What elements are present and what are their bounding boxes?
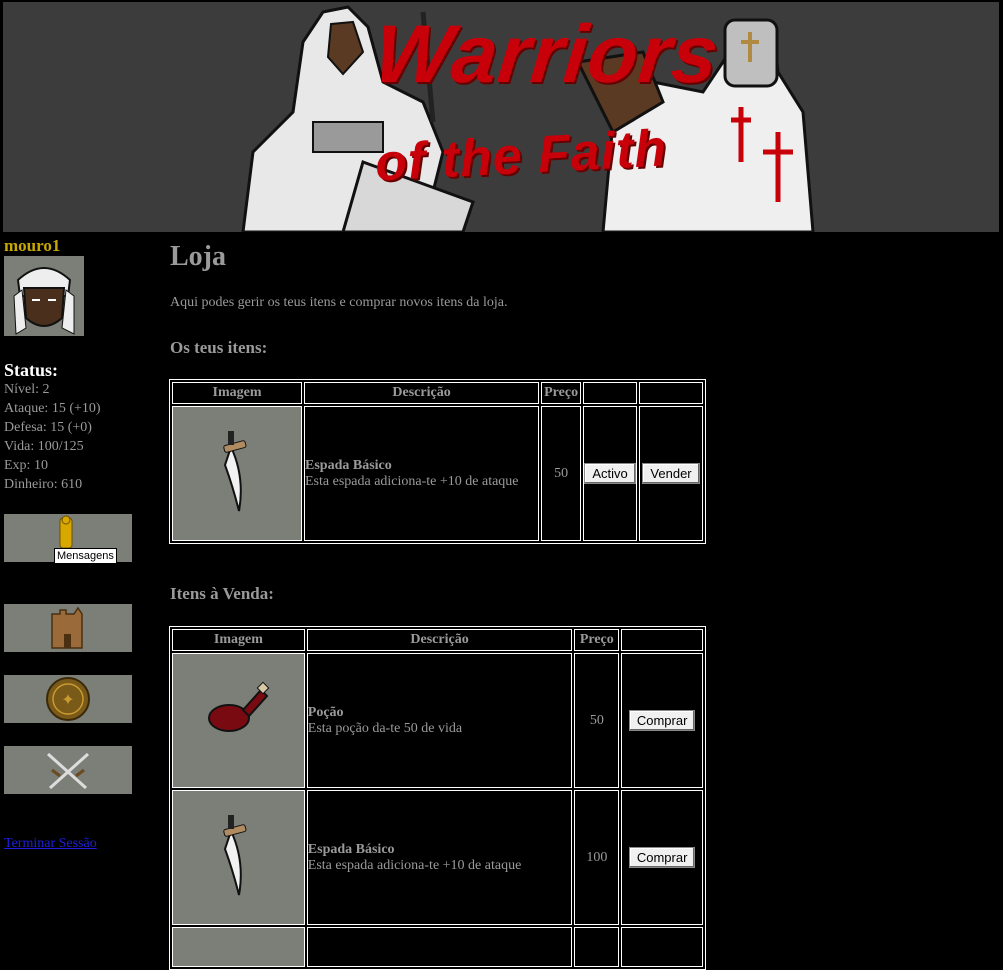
stat-money: Dinheiro: 610 <box>4 477 83 492</box>
for-sale-table: Imagem Descrição Preço Poção Esta poção … <box>169 626 706 970</box>
nav-castle-button[interactable] <box>4 604 132 652</box>
header-description: Descrição <box>306 629 573 651</box>
table-row: Poção Esta poção da-te 50 de vida 50 Com… <box>172 653 703 788</box>
svg-text:✦: ✦ <box>61 690 74 709</box>
for-sale-title: Itens à Venda: <box>170 584 274 603</box>
item-description: Esta espada adiciona-te +10 de ataque <box>305 473 519 489</box>
header-empty <box>639 382 703 404</box>
item-action-cell: Activo <box>583 406 638 541</box>
item-name: Espada Básico <box>307 841 395 857</box>
nav-battle-button[interactable] <box>4 746 132 794</box>
my-items-title: Os teus itens: <box>170 338 268 357</box>
avatar <box>4 256 84 336</box>
item-image <box>172 653 305 788</box>
item-name: Poção <box>307 704 344 720</box>
header-price: Preço <box>541 382 582 404</box>
item-action-cell: Comprar <box>621 653 703 788</box>
sell-button[interactable]: Vender <box>642 463 700 484</box>
header-empty <box>621 629 703 651</box>
messages-tooltip: Mensagens <box>54 548 117 564</box>
header-image: Imagem <box>172 382 302 404</box>
my-items-table: Imagem Descrição Preço Espada Básico Est… <box>169 379 706 544</box>
dagger-icon <box>223 815 247 896</box>
stat-life: Vida: 100/125 <box>4 439 84 454</box>
item-image <box>172 927 305 967</box>
item-price: 50 <box>574 653 620 788</box>
item-description-cell: Poção Esta poção da-te 50 de vida <box>306 653 573 788</box>
item-description-cell <box>306 927 573 967</box>
buy-button[interactable]: Comprar <box>628 847 696 868</box>
gold-coin-icon: ✦ <box>46 677 90 721</box>
crossed-swords-icon <box>46 752 90 790</box>
item-image <box>172 406 302 541</box>
username: mouro1 <box>4 236 61 255</box>
item-price: 100 <box>574 790 620 925</box>
table-row: Espada Básico Esta espada adiciona-te +1… <box>172 406 703 541</box>
header-empty <box>583 382 638 404</box>
status-title: Status: <box>4 360 59 380</box>
potion-icon <box>208 681 270 732</box>
item-description: Esta espada adiciona-te +10 de ataque <box>307 857 522 873</box>
header-banner: Warriors of the Faith <box>3 2 999 232</box>
stat-attack: Ataque: 15 (+10) <box>4 401 101 416</box>
intro-text: Aqui podes gerir os teus itens e comprar… <box>170 295 508 310</box>
stat-exp: Exp: 10 <box>4 458 48 473</box>
table-header-row: Imagem Descrição Preço <box>172 382 703 404</box>
item-action-cell: Vender <box>639 406 703 541</box>
item-price <box>574 927 620 967</box>
table-row: Espada Básico Esta espada adiciona-te +1… <box>172 790 703 925</box>
header-price: Preço <box>574 629 620 651</box>
logout-link[interactable]: Terminar Sessão <box>4 836 97 852</box>
item-name: Espada Básico <box>305 457 392 473</box>
table-row <box>172 927 703 967</box>
header-description: Descrição <box>304 382 540 404</box>
item-description-cell: Espada Básico Esta espada adiciona-te +1… <box>304 406 540 541</box>
item-description-cell: Espada Básico Esta espada adiciona-te +1… <box>306 790 573 925</box>
castle-tower-icon <box>51 606 83 649</box>
header-image: Imagem <box>172 629 305 651</box>
buy-button[interactable]: Comprar <box>628 710 696 731</box>
nav-shop-button[interactable]: ✦ <box>4 675 132 723</box>
stat-level: Nível: 2 <box>4 382 50 397</box>
active-button[interactable]: Activo <box>584 463 636 484</box>
stat-defense: Defesa: 15 (+0) <box>4 420 92 435</box>
item-action-cell: Comprar <box>621 790 703 925</box>
item-action-cell <box>621 927 703 967</box>
dagger-icon <box>223 431 247 512</box>
table-header-row: Imagem Descrição Preço <box>172 629 703 651</box>
item-image <box>172 790 305 925</box>
page-title: Loja <box>170 241 226 272</box>
banner-title-warriors: Warriors <box>370 9 724 100</box>
moor-avatar-icon <box>13 267 75 335</box>
item-description: Esta poção da-te 50 de vida <box>307 720 463 736</box>
item-price: 50 <box>541 406 582 541</box>
